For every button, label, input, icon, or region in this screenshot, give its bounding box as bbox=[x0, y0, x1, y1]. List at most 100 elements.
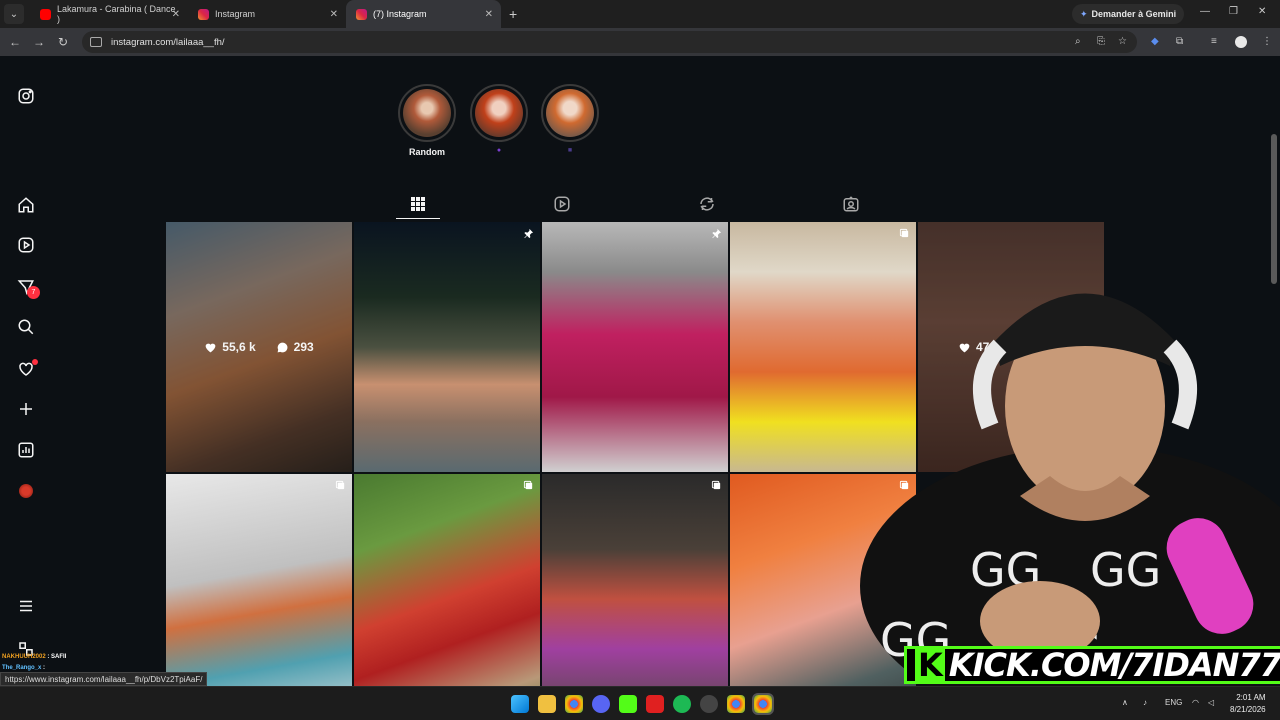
system-clock[interactable]: 2:01 AM 8/21/2026 bbox=[1230, 692, 1266, 716]
kick-app-icon[interactable] bbox=[619, 695, 637, 713]
chat-message: SAFII bbox=[51, 654, 67, 660]
home-icon[interactable] bbox=[15, 194, 37, 216]
start-windows-icon[interactable] bbox=[511, 695, 529, 713]
gemini-icon: ✦ bbox=[1080, 8, 1088, 19]
file-explorer-icon[interactable] bbox=[538, 695, 556, 713]
extensions-icon[interactable]: ⧉ bbox=[1176, 36, 1183, 47]
tab-instagram-active[interactable]: (7) Instagram ✕ bbox=[346, 0, 501, 28]
streamer-webcam-image: GG GG GG GG bbox=[860, 293, 1280, 686]
tray-chevron-icon[interactable]: ∧ bbox=[1122, 698, 1128, 707]
language-indicator[interactable]: ENG bbox=[1165, 698, 1182, 707]
tab-tagged-icon[interactable] bbox=[842, 195, 860, 213]
chrome-icon[interactable] bbox=[565, 695, 583, 713]
restore-icon[interactable]: ❐ bbox=[1229, 6, 1238, 17]
dashboard-icon[interactable] bbox=[15, 439, 37, 461]
obs-icon[interactable] bbox=[700, 695, 718, 713]
kick-url-text: KICK.COM/7IDAN777 bbox=[948, 646, 1280, 684]
tab-search-button[interactable]: ⌄ bbox=[4, 4, 24, 24]
highlight-thumb bbox=[475, 89, 523, 137]
close-tab-icon[interactable]: ✕ bbox=[172, 9, 180, 20]
svg-text:GG: GG bbox=[1090, 543, 1161, 597]
url-bar[interactable]: instagram.com/lailaaa__fh/ bbox=[82, 31, 1137, 53]
back-icon[interactable]: ← bbox=[3, 35, 27, 49]
tab-reposts-icon[interactable] bbox=[698, 195, 716, 213]
minimize-icon[interactable]: — bbox=[1200, 6, 1210, 17]
url-text: instagram.com/lailaaa__fh/ bbox=[111, 36, 225, 48]
link-status-bar: https://www.instagram.com/lailaaa__fh/p/… bbox=[0, 672, 208, 686]
search-icon[interactable] bbox=[15, 316, 37, 338]
carousel-icon bbox=[335, 480, 345, 490]
likes-stat: 55,6 k bbox=[204, 340, 256, 354]
message-notification-badge: 7 bbox=[27, 286, 40, 299]
highlight-random[interactable]: Random bbox=[398, 84, 456, 157]
post-tile[interactable]: 55,6 k 293 bbox=[166, 222, 352, 472]
chrome-profile-icon[interactable] bbox=[727, 695, 745, 713]
tab-instagram[interactable]: Instagram ✕ bbox=[188, 0, 346, 28]
tab-title: Lakamura - Carabina ( Dance ) bbox=[57, 4, 176, 24]
post-tile[interactable] bbox=[166, 474, 352, 686]
install-app-icon[interactable]: ⎘ bbox=[1097, 36, 1105, 47]
chrome-active-icon[interactable] bbox=[752, 693, 774, 715]
highlight-label: Random bbox=[409, 147, 445, 157]
instagram-logo-icon[interactable] bbox=[15, 85, 37, 107]
zoom-icon[interactable]: ⌕ bbox=[1075, 36, 1081, 47]
address-toolbar: ← → ↻ instagram.com/lailaaa__fh/ ⌕ ⎘ ☆ ◆… bbox=[0, 28, 1280, 56]
discord-icon[interactable] bbox=[592, 695, 610, 713]
bookmark-star-icon[interactable]: ☆ bbox=[1118, 36, 1127, 47]
highlight-thumb bbox=[546, 89, 594, 137]
wifi-icon[interactable]: ◠ bbox=[1192, 698, 1199, 707]
kick-channel-banner: K KICK.COM/7IDAN777 bbox=[904, 646, 1280, 684]
chat-line: NAKHUUH2002 : SAFII bbox=[2, 654, 67, 660]
app-red-icon[interactable] bbox=[646, 695, 664, 713]
tab-title: Instagram bbox=[215, 9, 256, 19]
tab-youtube[interactable]: Lakamura - Carabina ( Dance ) ✕ bbox=[30, 0, 188, 28]
youtube-icon bbox=[40, 8, 51, 20]
site-info-icon[interactable] bbox=[90, 37, 102, 47]
highlight-label: ● bbox=[496, 147, 502, 154]
post-tile[interactable] bbox=[354, 474, 540, 686]
reload-icon[interactable]: ↻ bbox=[51, 35, 75, 49]
likes-count: 55,6 k bbox=[222, 340, 256, 354]
more-menu-icon[interactable] bbox=[15, 595, 37, 617]
post-tile[interactable] bbox=[542, 222, 728, 472]
close-tab-icon[interactable]: ✕ bbox=[485, 9, 493, 20]
tab-reels-icon[interactable] bbox=[553, 195, 571, 213]
forward-icon[interactable]: → bbox=[27, 35, 51, 49]
post-tile[interactable] bbox=[354, 222, 540, 472]
volume-icon[interactable]: ◁ bbox=[1208, 698, 1214, 707]
reading-list-icon[interactable]: ≡ bbox=[1211, 36, 1217, 47]
carousel-icon bbox=[711, 480, 721, 490]
gemini-label: Demander à Gemini bbox=[1091, 9, 1177, 19]
highlight-3[interactable]: ■ bbox=[541, 84, 599, 157]
profile-avatar-icon[interactable] bbox=[1235, 36, 1247, 48]
active-tab-indicator bbox=[396, 218, 440, 219]
highlight-ring bbox=[470, 84, 528, 142]
create-plus-icon[interactable] bbox=[15, 398, 37, 420]
profile-avatar-icon[interactable] bbox=[15, 480, 37, 502]
post-tile[interactable] bbox=[542, 474, 728, 686]
clock-time: 2:01 AM bbox=[1236, 693, 1266, 702]
close-tab-icon[interactable]: ✕ bbox=[330, 9, 338, 20]
pinned-icon bbox=[524, 228, 534, 239]
new-tab-button[interactable]: + bbox=[509, 6, 517, 22]
spotify-icon[interactable] bbox=[673, 695, 691, 713]
browser-tab-bar: ⌄ Lakamura - Carabina ( Dance ) ✕ Instag… bbox=[0, 0, 1280, 28]
close-window-icon[interactable]: ✕ bbox=[1258, 6, 1266, 17]
highlight-ring bbox=[398, 84, 456, 142]
chat-line: The_Rango_x : bbox=[2, 665, 46, 671]
highlight-thumb bbox=[403, 89, 451, 137]
menu-dots-icon[interactable]: ⋮ bbox=[1262, 36, 1272, 47]
comments-count: 293 bbox=[293, 340, 314, 354]
reels-icon[interactable] bbox=[15, 234, 37, 256]
pinned-icon bbox=[712, 228, 722, 239]
microphone-icon[interactable]: ♪ bbox=[1143, 698, 1147, 707]
gemini-button[interactable]: ✦ Demander à Gemini bbox=[1072, 4, 1185, 24]
highlight-2[interactable]: ● bbox=[470, 84, 528, 157]
webcam-overlay: GG GG GG GG bbox=[820, 256, 1280, 686]
windows-taskbar: ∧ ♪ ENG ◠ ◁ 2:01 AM 8/21/2026 bbox=[0, 686, 1280, 720]
tab-posts-grid-icon[interactable] bbox=[409, 195, 427, 213]
chat-user: The_Rango_x bbox=[2, 665, 42, 671]
highlight-label: ■ bbox=[567, 147, 573, 154]
extension-shield-icon[interactable]: ◆ bbox=[1151, 36, 1159, 47]
carousel-icon bbox=[523, 480, 533, 490]
